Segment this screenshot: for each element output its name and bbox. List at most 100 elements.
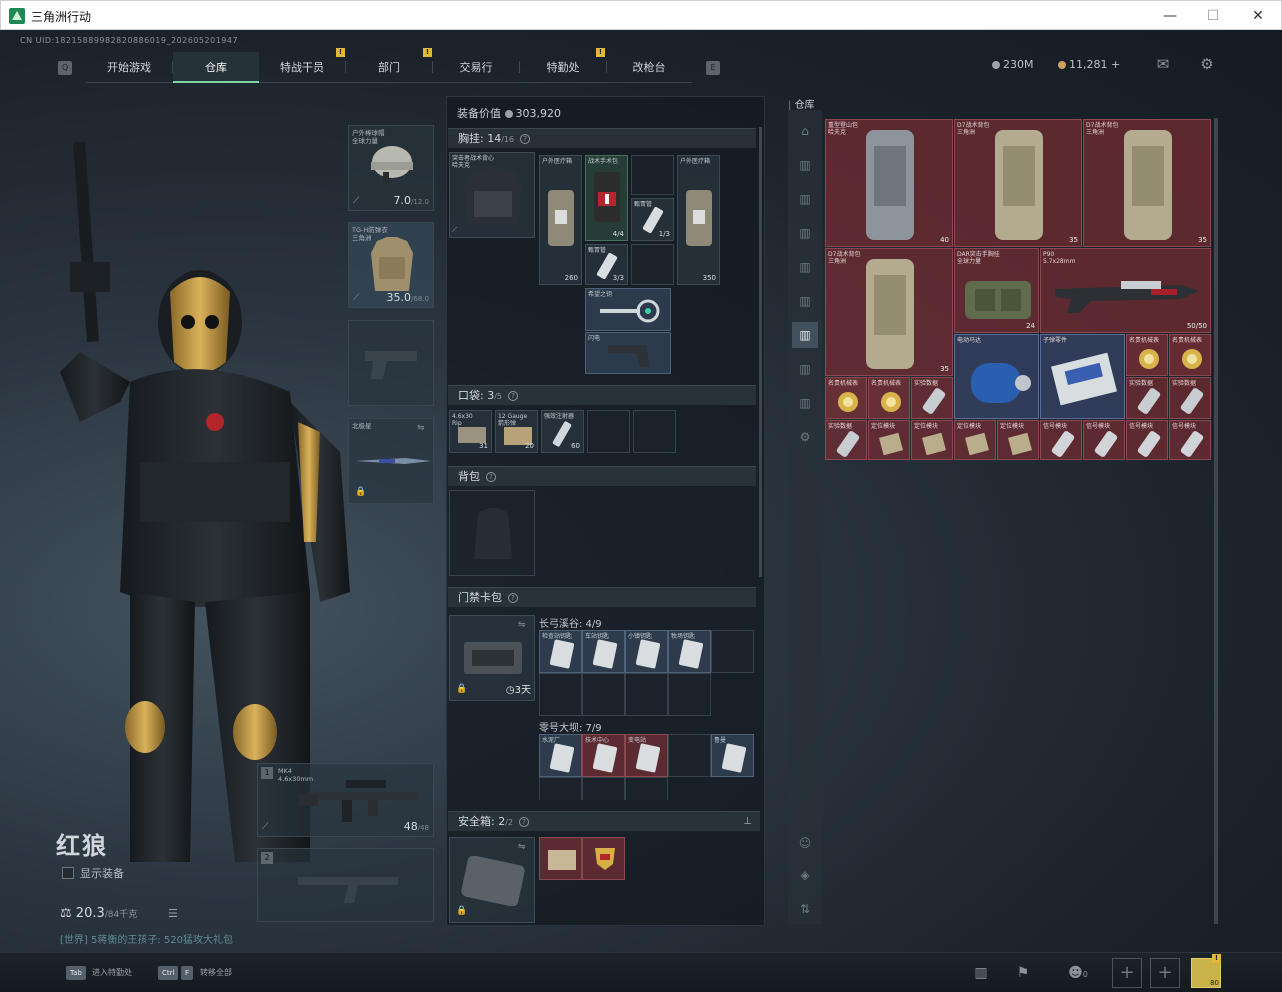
key-empty-slot[interactable] bbox=[582, 777, 625, 800]
gold-currency[interactable]: 11,281 + bbox=[1058, 58, 1120, 71]
storage-item[interactable]: P90 5.7x28mm 50/50 bbox=[1040, 248, 1211, 333]
chest-item[interactable]: 户外医疗箱 260 bbox=[539, 155, 582, 285]
swap-icon[interactable]: ⇋ bbox=[518, 842, 528, 852]
nav-prev-key[interactable]: Q bbox=[58, 61, 72, 75]
safe-box-slot[interactable]: ⇋ 🔒 bbox=[449, 837, 535, 923]
pin-icon[interactable]: ⊥ bbox=[743, 812, 752, 831]
key-empty-slot[interactable] bbox=[625, 777, 668, 800]
storage-item[interactable]: DAR突击手胸挂 全球力量 24 bbox=[954, 248, 1039, 333]
storage-item[interactable]: 定位模块 bbox=[868, 420, 910, 460]
storage-item[interactable]: 名贵机械表 bbox=[868, 377, 910, 419]
nav-next-key[interactable]: E bbox=[706, 61, 720, 75]
storage-item[interactable]: 名贵机械表 bbox=[1126, 334, 1168, 376]
close-button[interactable]: ✕ bbox=[1235, 1, 1281, 31]
secondary-weapon-slot[interactable]: 2 bbox=[257, 848, 434, 922]
key-card[interactable]: 变电站 bbox=[625, 734, 668, 777]
chest-item[interactable]: 希望之钥 bbox=[585, 288, 671, 331]
chest-empty-cell[interactable] bbox=[631, 155, 674, 195]
help-icon[interactable]: ? bbox=[520, 134, 531, 144]
storage-item[interactable]: 信号模块 bbox=[1169, 420, 1211, 460]
key-card[interactable]: 小镇钥匙 bbox=[625, 630, 668, 673]
stats-chart-icon[interactable]: ▥ bbox=[970, 962, 992, 984]
swap-icon[interactable]: ⇋ bbox=[417, 423, 427, 433]
storage-item[interactable]: 实验数据 bbox=[825, 420, 867, 460]
storage-tab-5[interactable]: ▥ bbox=[792, 288, 818, 314]
storage-item[interactable]: 定位模块 bbox=[997, 420, 1039, 460]
pistol-slot[interactable] bbox=[348, 320, 434, 406]
storage-tab-1[interactable]: ▥ bbox=[792, 152, 818, 178]
list-icon[interactable]: ☰ bbox=[168, 907, 178, 920]
maximize-button[interactable]: ☐ bbox=[1190, 1, 1236, 31]
safe-item[interactable] bbox=[539, 837, 582, 880]
storage-tab-7[interactable]: ▥ bbox=[792, 356, 818, 382]
swap-icon[interactable]: ⇋ bbox=[518, 620, 528, 630]
add-squad-slot-button[interactable]: + bbox=[1112, 958, 1142, 988]
storage-item[interactable]: 信号模块 bbox=[1126, 420, 1168, 460]
tab-operators[interactable]: 特战干员 bbox=[259, 52, 345, 83]
storage-item[interactable]: 名贵机械表 bbox=[1169, 334, 1211, 376]
storage-item[interactable]: 定位模块 bbox=[911, 420, 953, 460]
help-icon[interactable]: ? bbox=[508, 391, 519, 401]
chest-rig-slot[interactable]: 突击者战术背心 哈夫克 ⟋ bbox=[449, 152, 535, 238]
storage-item[interactable]: 信号模块 bbox=[1083, 420, 1125, 460]
key-empty-slot[interactable] bbox=[582, 673, 625, 716]
tab-warehouse[interactable]: 仓库 bbox=[173, 52, 259, 83]
key-empty-slot[interactable] bbox=[625, 673, 668, 716]
storage-tab-all[interactable]: ⌂ bbox=[792, 118, 818, 144]
safe-item[interactable] bbox=[582, 837, 625, 880]
storage-item[interactable]: 实验数据 bbox=[1126, 377, 1168, 419]
key-card[interactable]: 水泥厂 bbox=[539, 734, 582, 777]
storage-tab-6[interactable]: ▥ bbox=[792, 322, 818, 348]
helmet-slot[interactable]: 户外棒球帽 全球力量 ⟋ 7.0/12.0 bbox=[348, 125, 434, 211]
show-equipment-toggle[interactable]: 显示装备 bbox=[62, 865, 124, 881]
armor-slot[interactable]: TG-H防弹衣 三角洲 ⟋ 35.0/68.0 bbox=[348, 222, 434, 308]
mail-icon[interactable]: ✉ bbox=[1154, 56, 1172, 72]
chest-item[interactable]: 户外医疗箱 350 bbox=[677, 155, 720, 285]
storage-tab-3[interactable]: ▥ bbox=[792, 220, 818, 246]
pocket-item[interactable]: 4.6x30 Rip 31 bbox=[449, 410, 492, 453]
key-empty-slot[interactable] bbox=[668, 734, 711, 777]
primary-weapon-slot[interactable]: 1 MK4 4.6x30mm ⟋ 48/48 bbox=[257, 763, 434, 837]
help-icon[interactable]: ? bbox=[519, 817, 530, 827]
flag-icon[interactable]: ⚑ bbox=[1012, 962, 1034, 984]
key-card[interactable]: 鲁曼 bbox=[711, 734, 754, 777]
tab-start-game[interactable]: 开始游戏 bbox=[86, 52, 172, 83]
pocket-item[interactable]: 强效注射器 60 bbox=[541, 410, 584, 453]
storage-item[interactable]: 名贵机械表 bbox=[825, 377, 867, 419]
tab-department[interactable]: 部门 bbox=[346, 52, 432, 83]
settings-gear-icon[interactable]: ⚙ bbox=[1198, 56, 1216, 72]
storage-item[interactable]: 实验数据 bbox=[911, 377, 953, 419]
storage-tab-2[interactable]: ▥ bbox=[792, 186, 818, 212]
key-card[interactable]: 车站钥匙 bbox=[582, 630, 625, 673]
key-empty-slot[interactable] bbox=[711, 630, 754, 673]
storage-layers-icon[interactable]: ◈ bbox=[792, 862, 818, 888]
storage-item[interactable]: D7战术背包 三角洲 35 bbox=[825, 248, 953, 376]
storage-scrollbar[interactable] bbox=[1214, 118, 1218, 924]
key-card[interactable]: 牧场钥匙 bbox=[668, 630, 711, 673]
add-squad-slot-button[interactable]: + bbox=[1150, 958, 1180, 988]
storage-tab-8[interactable]: ▥ bbox=[792, 390, 818, 416]
storage-item[interactable]: 子弹零件 bbox=[1040, 334, 1125, 419]
minimize-button[interactable]: — bbox=[1147, 1, 1193, 31]
tab-trading[interactable]: 交易行 bbox=[433, 52, 519, 83]
chest-item[interactable]: 战术手术包 4/4 bbox=[585, 155, 628, 241]
enter-special-ops-label[interactable]: 进入特勤处 bbox=[92, 967, 132, 978]
storage-item[interactable]: D7战术背包 三角洲 35 bbox=[1083, 119, 1211, 247]
transfer-all-label[interactable]: 转移全部 bbox=[200, 967, 232, 978]
world-chat-message[interactable]: [世界] 5蒋衡的王孩子: 520猛攻大礼包 bbox=[60, 931, 233, 946]
tab-gunsmith[interactable]: 改枪台 bbox=[606, 52, 692, 83]
key-empty-slot[interactable] bbox=[539, 673, 582, 716]
storage-sort-icon[interactable]: ⇅ bbox=[792, 896, 818, 922]
storage-item[interactable]: D7战术背包 三角洲 35 bbox=[954, 119, 1082, 247]
help-icon[interactable]: ? bbox=[508, 593, 518, 603]
storage-tab-4[interactable]: ▥ bbox=[792, 254, 818, 280]
friends-icon[interactable]: ☻0 bbox=[1060, 962, 1096, 984]
storage-item[interactable]: 定位模块 bbox=[954, 420, 996, 460]
storage-item[interactable]: 电动马达 bbox=[954, 334, 1039, 419]
storage-item[interactable]: 实验数据 bbox=[1169, 377, 1211, 419]
storage-settings-icon[interactable]: ⚙ bbox=[792, 424, 818, 450]
storage-item[interactable]: 重型登山包 哈夫克 40 bbox=[825, 119, 953, 247]
storage-item[interactable]: 信号模块 bbox=[1040, 420, 1082, 460]
tab-special-ops[interactable]: 特勤处 bbox=[520, 52, 606, 83]
chest-item[interactable]: 闪电 bbox=[585, 332, 671, 374]
